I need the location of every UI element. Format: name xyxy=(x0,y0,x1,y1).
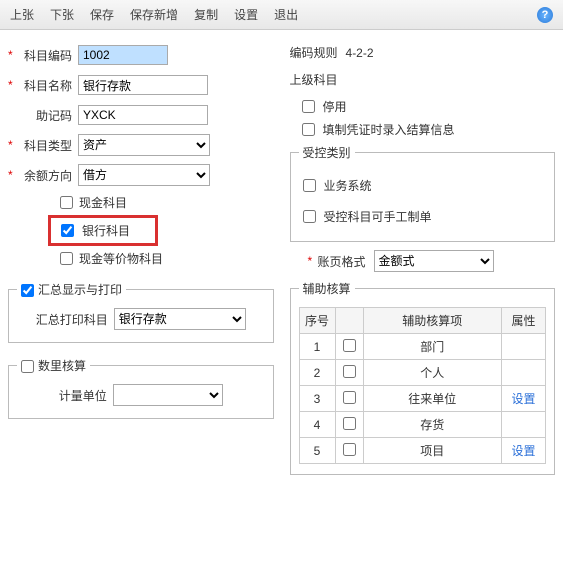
th-attr: 属性 xyxy=(502,308,546,334)
cell-item: 项目 xyxy=(363,438,502,464)
table-row: 5 项目设置 xyxy=(299,438,546,464)
th-no: 序号 xyxy=(299,308,335,334)
row-checkbox[interactable] xyxy=(343,339,356,352)
help-icon[interactable]: ? xyxy=(537,7,553,23)
type-select[interactable]: 资产 xyxy=(78,134,210,156)
mnemonic-input[interactable] xyxy=(78,105,208,125)
exit-button[interactable]: 退出 xyxy=(274,6,298,23)
toolbar: 上张 下张 保存 保存新增 复制 设置 退出 ? xyxy=(0,0,563,30)
prev-page-button[interactable]: 上张 xyxy=(10,6,34,23)
bank-highlight: 银行科目 xyxy=(48,215,158,246)
cell-no: 4 xyxy=(299,412,335,438)
disable-label: 停用 xyxy=(323,98,347,115)
balance-label: 余额方向 xyxy=(16,167,72,184)
parent-label: 上级科目 xyxy=(290,71,338,88)
qty-toggle-checkbox[interactable] xyxy=(21,360,34,373)
cell-no: 1 xyxy=(299,334,335,360)
mnemonic-label: 助记码 xyxy=(16,107,72,124)
cash-label: 现金科目 xyxy=(79,194,127,211)
cell-no: 5 xyxy=(299,438,335,464)
settings-button[interactable]: 设置 xyxy=(234,6,258,23)
type-label: 科目类型 xyxy=(16,137,72,154)
bank-checkbox[interactable] xyxy=(61,224,74,237)
biz-checkbox[interactable] xyxy=(303,179,316,192)
bank-label: 银行科目 xyxy=(82,222,130,239)
rule-label: 编码规则 xyxy=(290,44,338,61)
aux-table: 序号 辅助核算项 属性 1部门2个人3往来单位设置4存货5项目设置 xyxy=(299,307,547,464)
cell-item: 部门 xyxy=(363,334,502,360)
row-checkbox[interactable] xyxy=(343,391,356,404)
attr-link[interactable]: 设置 xyxy=(511,392,535,406)
biz-label: 业务系统 xyxy=(324,177,372,194)
summary-toggle-checkbox[interactable] xyxy=(21,284,34,297)
next-page-button[interactable]: 下张 xyxy=(50,6,74,23)
cell-item: 个人 xyxy=(363,360,502,386)
copy-button[interactable]: 复制 xyxy=(194,6,218,23)
save-new-button[interactable]: 保存新增 xyxy=(130,6,178,23)
cell-item: 存货 xyxy=(363,412,502,438)
qty-legend: 数里核算 xyxy=(38,359,86,373)
summary-fieldset: 汇总显示与打印 汇总打印科目银行存款 xyxy=(8,281,274,343)
row-checkbox[interactable] xyxy=(343,417,356,430)
name-input[interactable] xyxy=(78,75,208,95)
table-row: 2 个人 xyxy=(299,360,546,386)
code-input[interactable] xyxy=(78,45,168,65)
attr-link[interactable]: 设置 xyxy=(511,444,535,458)
th-item: 辅助核算项 xyxy=(363,308,502,334)
table-row: 1 部门 xyxy=(299,334,546,360)
summary-legend: 汇总显示与打印 xyxy=(38,283,122,297)
cash-equiv-checkbox[interactable] xyxy=(60,252,73,265)
summary-print-select[interactable]: 银行存款 xyxy=(114,308,246,330)
save-button[interactable]: 保存 xyxy=(90,6,114,23)
cash-equiv-label: 现金等价物科目 xyxy=(79,250,163,267)
controlled-legend: 受控类别 xyxy=(299,144,355,161)
cell-item: 往来单位 xyxy=(363,386,502,412)
disable-checkbox[interactable] xyxy=(302,100,315,113)
controlled-fieldset: 受控类别 业务系统 受控科目可手工制单 xyxy=(290,144,556,242)
account-format-label: 账页格式 xyxy=(318,253,366,270)
row-checkbox[interactable] xyxy=(343,443,356,456)
table-row: 4 存货 xyxy=(299,412,546,438)
row-checkbox[interactable] xyxy=(343,365,356,378)
aux-legend: 辅助核算 xyxy=(299,280,355,297)
settle-label: 填制凭证时录入结算信息 xyxy=(323,121,455,138)
th-cb xyxy=(335,308,363,334)
aux-fieldset: 辅助核算 序号 辅助核算项 属性 1部门2个人3往来单位设置4存货5项目设置 xyxy=(290,280,556,475)
settle-checkbox[interactable] xyxy=(302,123,315,136)
qty-fieldset: 数里核算 计量单位 xyxy=(8,357,274,419)
cell-no: 2 xyxy=(299,360,335,386)
manual-label: 受控科目可手工制单 xyxy=(324,208,432,225)
unit-label: 计量单位 xyxy=(59,387,107,404)
rule-value: 4-2-2 xyxy=(346,46,374,60)
name-label: 科目名称 xyxy=(16,77,72,94)
summary-print-label: 汇总打印科目 xyxy=(36,311,108,328)
unit-select[interactable] xyxy=(113,384,223,406)
cash-checkbox[interactable] xyxy=(60,196,73,209)
code-label: 科目编码 xyxy=(16,47,72,64)
cell-no: 3 xyxy=(299,386,335,412)
manual-checkbox[interactable] xyxy=(303,210,316,223)
table-row: 3 往来单位设置 xyxy=(299,386,546,412)
account-format-select[interactable]: 金额式 xyxy=(374,250,494,272)
balance-select[interactable]: 借方 xyxy=(78,164,210,186)
